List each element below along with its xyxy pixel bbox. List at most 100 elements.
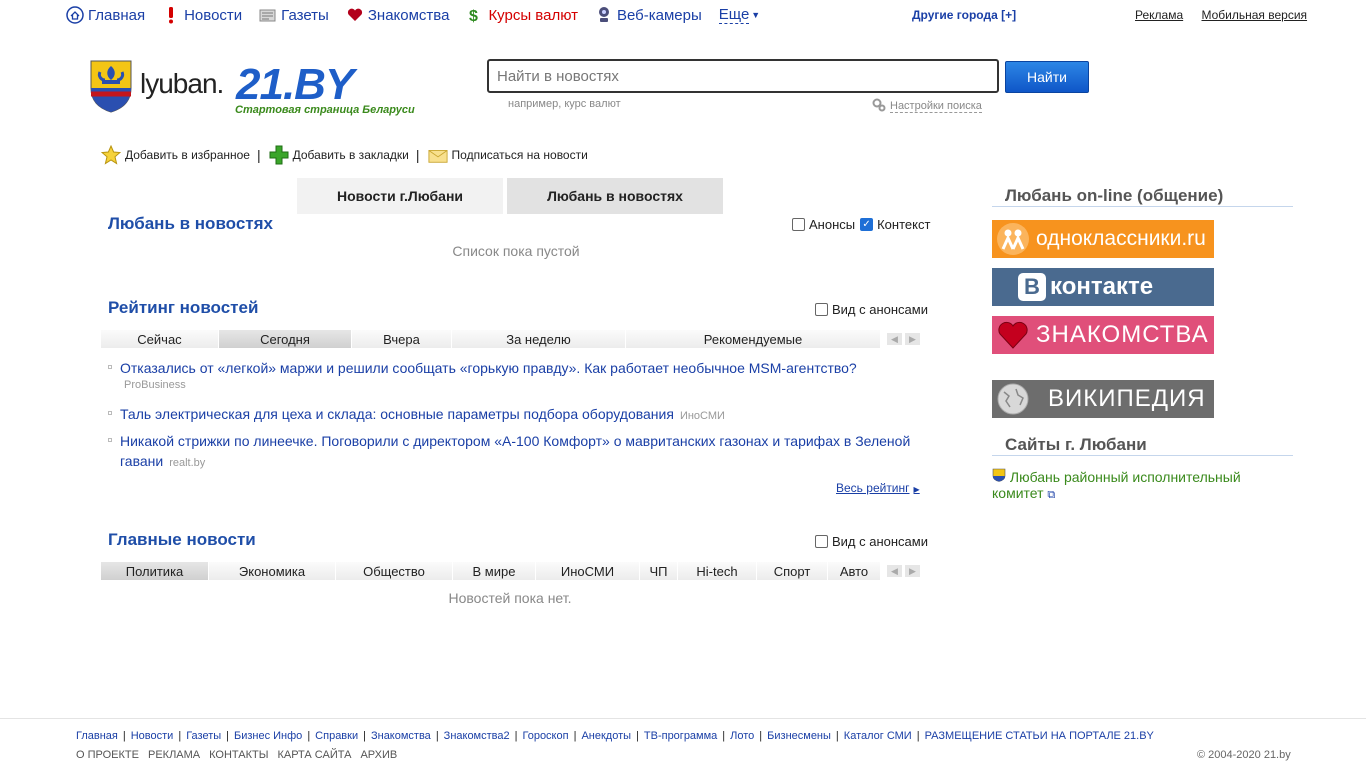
footer-separator: |: [226, 730, 229, 742]
city-in-news-title: Любань в новостях: [108, 214, 273, 233]
tab-incidents[interactable]: ЧП: [640, 562, 678, 580]
footer-link[interactable]: Знакомства: [371, 730, 431, 742]
odnoklassniki-banner[interactable]: одноклассники.ru: [992, 220, 1214, 258]
toolbar-divider: |: [256, 147, 261, 163]
logo-city-name[interactable]: lyuban.: [140, 68, 224, 100]
tab-inosmi[interactable]: ИноСМИ: [536, 562, 640, 580]
footer-link[interactable]: Новости: [131, 730, 174, 742]
add-favorite-button[interactable]: Добавить в избранное: [101, 145, 250, 165]
search-button[interactable]: Найти: [1005, 61, 1089, 93]
announce-checkbox[interactable]: Анонсы ✓ Контекст: [792, 217, 930, 232]
footer-separator: |: [759, 730, 763, 742]
nav-more-label: Еще: [718, 6, 750, 24]
footer-link[interactable]: РАЗМЕЩЕНИЕ СТАТЬИ НА ПОРТАЛЕ 21.BY: [925, 730, 1154, 742]
footer-link[interactable]: Главная: [76, 730, 118, 742]
dating-banner[interactable]: ЗНАКОМСТВА: [992, 316, 1214, 354]
logo-brand[interactable]: 21.BY: [236, 60, 354, 110]
announce-label: Анонсы: [809, 217, 856, 232]
tab-city-in-news[interactable]: Любань в новостях: [507, 178, 723, 214]
footer-link[interactable]: Знакомства2: [444, 730, 510, 742]
envelope-icon: [427, 145, 448, 165]
footer-link[interactable]: ТВ-программа: [644, 730, 717, 742]
svg-text:$: $: [469, 8, 478, 24]
search-settings[interactable]: Настройки поиска: [872, 98, 982, 115]
tab-hitech[interactable]: Hi-tech: [678, 562, 757, 580]
footer-link[interactable]: Справки: [315, 730, 358, 742]
coat-of-arms-icon[interactable]: [88, 58, 134, 114]
subscribe-button[interactable]: Подписаться на новости: [427, 145, 588, 165]
news-link[interactable]: Отказались от «легкой» маржи и решили со…: [120, 360, 857, 376]
newspaper-icon: [259, 6, 277, 24]
context-checkbox[interactable]: ✓: [860, 218, 874, 231]
footer-link[interactable]: Гороскоп: [522, 730, 568, 742]
tab-society[interactable]: Общество: [336, 562, 453, 580]
chevron-left-icon[interactable]: ◀: [887, 333, 902, 345]
nav-newspapers-label: Газеты: [281, 6, 329, 24]
footer-link[interactable]: Газеты: [186, 730, 221, 742]
news-link[interactable]: Таль электрическая для цеха и склада: ос…: [120, 406, 674, 422]
search-hint: например, курс валют: [508, 98, 621, 110]
exclamation-icon: [162, 6, 180, 24]
chevron-right-icon[interactable]: ▶: [905, 333, 920, 345]
mobile-version-link[interactable]: Мобильная версия: [1201, 8, 1307, 22]
context-label: Контекст: [877, 217, 931, 232]
add-bookmark-label: Добавить в закладки: [292, 148, 409, 162]
footer-separator: |: [636, 730, 639, 742]
tab-world[interactable]: В мире: [453, 562, 536, 580]
nav-dating[interactable]: Знакомства: [346, 6, 450, 24]
wikipedia-banner[interactable]: ВИКИПЕДИЯ: [992, 380, 1214, 418]
subscribe-label: Подписаться на новости: [451, 148, 588, 162]
all-rating-label: Весь рейтинг: [836, 481, 910, 495]
nav-newspapers[interactable]: Газеты: [259, 6, 329, 24]
nav-dating-label: Знакомства: [367, 6, 450, 24]
footer-separator: |: [916, 730, 920, 742]
footer-secondary-link[interactable]: АРХИВ: [360, 749, 397, 761]
tab-economy[interactable]: Экономика: [209, 562, 336, 580]
news-source: ProBusiness: [124, 379, 186, 391]
heart-icon: [346, 6, 364, 24]
all-rating-link[interactable]: Весь рейтинг ▶: [836, 481, 920, 495]
main-news-tab-arrows: ◀ ▶: [884, 565, 920, 577]
vkontakte-banner[interactable]: В контакте: [992, 268, 1214, 306]
nav-currency[interactable]: $ Курсы валют: [466, 6, 578, 25]
nav-currency-label: Курсы валют: [488, 6, 578, 24]
search-input[interactable]: Найти в новостях: [487, 59, 999, 93]
checkbox-unchecked-icon: [792, 218, 805, 231]
toolbar-divider: |: [415, 147, 420, 163]
footer-link[interactable]: Каталог СМИ: [844, 730, 912, 742]
news-link[interactable]: Никакой стрижки по линеечке. Поговорили …: [120, 433, 910, 469]
footer-link[interactable]: Бизнес Инфо: [234, 730, 302, 742]
footer-link[interactable]: Лото: [730, 730, 754, 742]
chevron-right-icon[interactable]: ▶: [905, 565, 920, 577]
main-news-view-checkbox[interactable]: Вид с анонсами: [815, 534, 928, 549]
footer-secondary-link[interactable]: КОНТАКТЫ: [209, 749, 268, 761]
footer-secondary-link[interactable]: КАРТА САЙТА: [277, 749, 351, 761]
footer-secondary-link[interactable]: О ПРОЕКТЕ: [76, 749, 139, 761]
tab-now[interactable]: Сейчас: [101, 330, 219, 348]
add-bookmark-button[interactable]: Добавить в закладки: [269, 145, 409, 165]
tab-today[interactable]: Сегодня: [219, 330, 352, 348]
tab-yesterday[interactable]: Вчера: [352, 330, 452, 348]
other-cities-link[interactable]: Другие города [+]: [912, 8, 1016, 22]
tab-politics[interactable]: Политика: [101, 562, 209, 580]
tab-sport[interactable]: Спорт: [757, 562, 828, 580]
tab-auto[interactable]: Авто: [828, 562, 881, 580]
nav-news[interactable]: Новости: [162, 6, 242, 24]
nav-more[interactable]: Еще ▼: [718, 6, 760, 24]
tab-city-news[interactable]: Новости г.Любани: [297, 178, 503, 214]
checkbox-unchecked-icon: [815, 535, 828, 548]
rating-view-checkbox[interactable]: Вид с анонсами: [815, 302, 928, 317]
footer-separator: |: [307, 730, 311, 742]
chevron-left-icon[interactable]: ◀: [887, 565, 902, 577]
odnoklassniki-icon: [996, 222, 1030, 256]
district-committee-link[interactable]: Любань районный исполнительный комитет ⧉: [992, 468, 1272, 503]
tab-recommended[interactable]: Рекомендуемые: [626, 330, 881, 348]
tab-week[interactable]: За неделю: [452, 330, 626, 348]
nav-home[interactable]: Главная: [66, 6, 145, 24]
footer-link[interactable]: Бизнесмены: [767, 730, 831, 742]
nav-webcams[interactable]: Веб-камеры: [595, 6, 702, 24]
ads-link[interactable]: Реклама: [1135, 8, 1183, 22]
footer-secondary-link[interactable]: РЕКЛАМА: [148, 749, 200, 761]
footer-link[interactable]: Анекдоты: [581, 730, 631, 742]
news-source: ИноСМИ: [679, 410, 725, 422]
